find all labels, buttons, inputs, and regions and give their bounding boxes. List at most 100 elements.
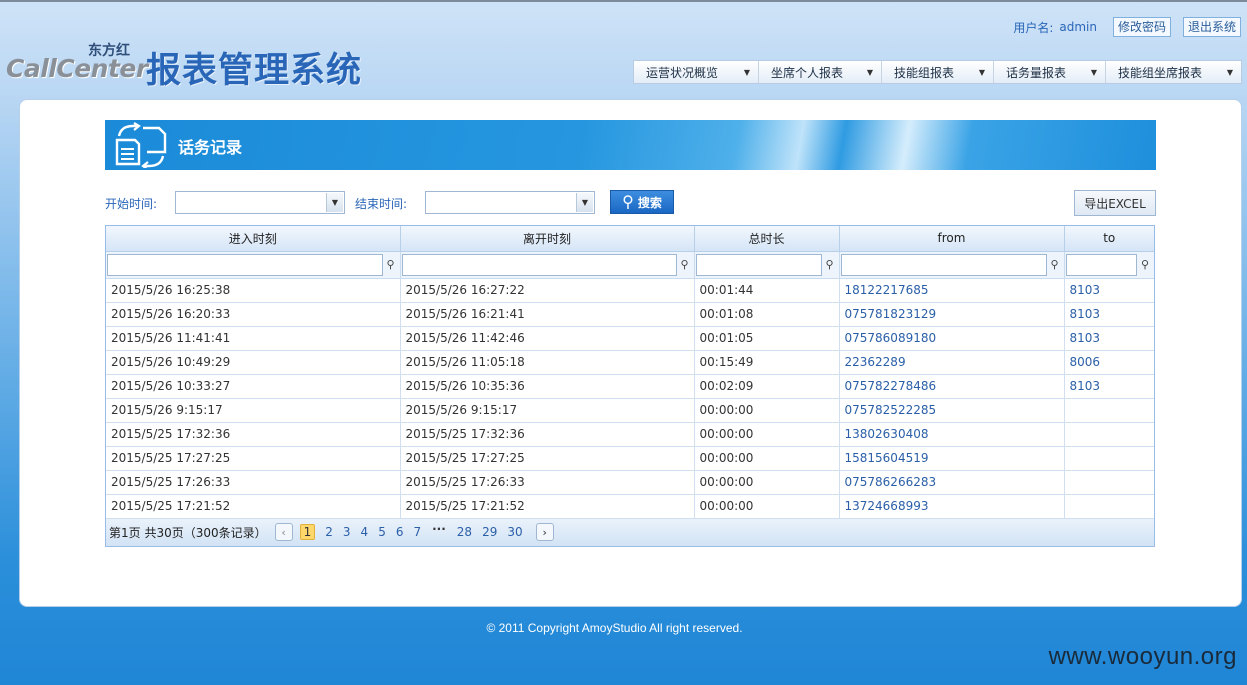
cell-duration: 00:00:00 <box>694 470 840 495</box>
search-bar: 开始时间: ▼ 结束时间: ▼ ⚲ 搜索 导出EXCEL <box>105 190 1156 216</box>
nav-item-label: 坐席个人报表 <box>771 65 844 80</box>
cell-from[interactable]: 13802630408 <box>839 422 1065 447</box>
filter-input-enter-time[interactable] <box>107 253 383 276</box>
cell-from[interactable]: 075782522285 <box>839 398 1065 423</box>
cell-to[interactable]: 8103 <box>1064 302 1154 327</box>
copyright-footer: © 2011 Copyright AmoyStudio All right re… <box>486 621 743 635</box>
table-row[interactable]: 2015/5/26 9:15:17 2015/5/26 9:15:17 00:0… <box>106 398 1154 423</box>
main-nav: 运营状况概览 ▼ 坐席个人报表 ▼ 技能组报表 ▼ 话务量报表 ▼ 技能组坐席报表 ▼ <box>633 60 1242 84</box>
nav-item-label: 技能组坐席报表 <box>1118 65 1203 80</box>
cell-enter-time: 2015/5/25 17:32:36 <box>106 422 401 447</box>
cell-to[interactable] <box>1064 446 1154 471</box>
header-row: 进入时刻 离开时刻 总时长 from to <box>106 226 1154 252</box>
cell-enter-time: 2015/5/26 16:20:33 <box>106 302 401 327</box>
page-link-current[interactable]: 1 <box>299 524 316 540</box>
filter-icon[interactable]: ⚲ <box>677 258 693 271</box>
cell-leave-time: 2015/5/26 11:42:46 <box>400 326 695 351</box>
prev-page-icon[interactable]: ‹ <box>274 523 293 541</box>
table-row[interactable]: 2015/5/26 11:41:41 2015/5/26 11:42:46 00… <box>106 326 1154 351</box>
call-records-table: 进入时刻 离开时刻 总时长 from to ⚲ ⚲ ⚲ ⚲ ⚲ 2015/5/2… <box>106 226 1154 519</box>
end-time-input[interactable] <box>426 192 576 213</box>
next-page-icon[interactable]: › <box>535 523 554 541</box>
chevron-down-icon[interactable]: ▼ <box>326 193 343 212</box>
column-header-duration[interactable]: 总时长 <box>694 226 840 252</box>
cell-to[interactable] <box>1064 470 1154 495</box>
column-header-leave-time[interactable]: 离开时刻 <box>400 226 695 252</box>
filter-icon[interactable]: ⚲ <box>1137 258 1153 271</box>
cell-leave-time: 2015/5/26 9:15:17 <box>400 398 695 423</box>
cell-from[interactable]: 15815604519 <box>839 446 1065 471</box>
cell-from[interactable]: 075786266283 <box>839 470 1065 495</box>
column-header-enter-time[interactable]: 进入时刻 <box>106 226 401 252</box>
page-link[interactable]: 7 <box>413 525 421 539</box>
filter-input-duration[interactable] <box>695 253 822 276</box>
table-row[interactable]: 2015/5/25 17:32:36 2015/5/25 17:32:36 00… <box>106 422 1154 447</box>
filter-input-from[interactable] <box>840 253 1047 276</box>
filter-icon[interactable]: ⚲ <box>1047 258 1063 271</box>
pagination-info: 第1页 共30页（300条记录） <box>109 525 267 540</box>
cell-duration: 00:00:00 <box>694 398 840 423</box>
cell-from[interactable]: 22362289 <box>839 350 1065 375</box>
cell-enter-time: 2015/5/25 17:26:33 <box>106 470 401 495</box>
logout-button[interactable]: 退出系统 <box>1182 17 1241 37</box>
cell-from[interactable]: 075781823129 <box>839 302 1065 327</box>
cell-to[interactable] <box>1064 494 1154 519</box>
cell-to[interactable] <box>1064 398 1154 423</box>
user-bar: 用户名: admin 修改密码 退出系统 <box>1013 17 1241 37</box>
filter-input-to[interactable] <box>1065 253 1137 276</box>
nav-item-operations-overview[interactable]: 运营状况概览 ▼ <box>634 61 759 83</box>
filter-input-leave-time[interactable] <box>401 253 677 276</box>
table-row[interactable]: 2015/5/26 10:49:29 2015/5/26 11:05:18 00… <box>106 350 1154 375</box>
cell-to[interactable]: 8103 <box>1064 278 1154 303</box>
cell-leave-time: 2015/5/26 10:35:36 <box>400 374 695 399</box>
cell-from[interactable]: 075782278486 <box>839 374 1065 399</box>
cell-from[interactable]: 13724668993 <box>839 494 1065 519</box>
app-title: 报表管理系统 <box>146 51 363 91</box>
start-time-combo: ▼ <box>175 191 345 214</box>
table-row[interactable]: 2015/5/26 10:33:27 2015/5/26 10:35:36 00… <box>106 374 1154 399</box>
cell-leave-time: 2015/5/26 11:05:18 <box>400 350 695 375</box>
start-time-input[interactable] <box>176 192 326 213</box>
table-row[interactable]: 2015/5/25 17:21:52 2015/5/25 17:21:52 00… <box>106 494 1154 519</box>
nav-item-traffic-report[interactable]: 话务量报表 ▼ <box>994 61 1106 83</box>
nav-item-skill-group-report[interactable]: 技能组报表 ▼ <box>882 61 994 83</box>
cell-to[interactable]: 8103 <box>1064 326 1154 351</box>
table-row[interactable]: 2015/5/25 17:26:33 2015/5/25 17:26:33 00… <box>106 470 1154 495</box>
page-link[interactable]: 3 <box>343 525 351 539</box>
nav-item-skill-group-agent-report[interactable]: 技能组坐席报表 ▼ <box>1106 61 1241 83</box>
chevron-down-icon: ▼ <box>978 67 985 77</box>
table-row[interactable]: 2015/5/26 16:25:38 2015/5/26 16:27:22 00… <box>106 278 1154 303</box>
page-link[interactable]: 29 <box>482 525 497 539</box>
cell-to[interactable]: 8103 <box>1064 374 1154 399</box>
chevron-down-icon[interactable]: ▼ <box>576 193 593 212</box>
search-button[interactable]: ⚲ 搜索 <box>610 190 674 214</box>
cell-duration: 00:15:49 <box>694 350 840 375</box>
table-row[interactable]: 2015/5/25 17:27:25 2015/5/25 17:27:25 00… <box>106 446 1154 471</box>
cell-duration: 00:01:44 <box>694 278 840 303</box>
cell-from[interactable]: 18122217685 <box>839 278 1065 303</box>
cell-duration: 00:01:05 <box>694 326 840 351</box>
change-password-button[interactable]: 修改密码 <box>1112 17 1171 37</box>
column-header-to[interactable]: to <box>1064 226 1154 252</box>
page-link[interactable]: 6 <box>396 525 404 539</box>
pagination: 第1页 共30页（300条记录） ‹ 1 2 3 4 5 6 7 ··· 28 … <box>106 518 1154 546</box>
page-link[interactable]: 28 <box>457 525 472 539</box>
cell-to[interactable] <box>1064 422 1154 447</box>
table-row[interactable]: 2015/5/26 16:20:33 2015/5/26 16:21:41 00… <box>106 302 1154 327</box>
export-excel-button[interactable]: 导出EXCEL <box>1074 190 1156 216</box>
filter-icon[interactable]: ⚲ <box>383 258 399 271</box>
cell-duration: 00:00:00 <box>694 446 840 471</box>
cell-leave-time: 2015/5/25 17:26:33 <box>400 470 695 495</box>
page-link[interactable]: 5 <box>378 525 386 539</box>
filter-row: ⚲ ⚲ ⚲ ⚲ ⚲ <box>106 251 1154 279</box>
filter-icon[interactable]: ⚲ <box>822 258 838 271</box>
page-link[interactable]: 2 <box>325 525 333 539</box>
nav-item-agent-report[interactable]: 坐席个人报表 ▼ <box>759 61 882 83</box>
cell-to[interactable]: 8006 <box>1064 350 1154 375</box>
page-link[interactable]: 30 <box>507 525 522 539</box>
column-header-from[interactable]: from <box>839 226 1065 252</box>
cell-from[interactable]: 075786089180 <box>839 326 1065 351</box>
chevron-down-icon: ▼ <box>743 67 750 77</box>
cell-leave-time: 2015/5/25 17:32:36 <box>400 422 695 447</box>
page-link[interactable]: 4 <box>361 525 369 539</box>
